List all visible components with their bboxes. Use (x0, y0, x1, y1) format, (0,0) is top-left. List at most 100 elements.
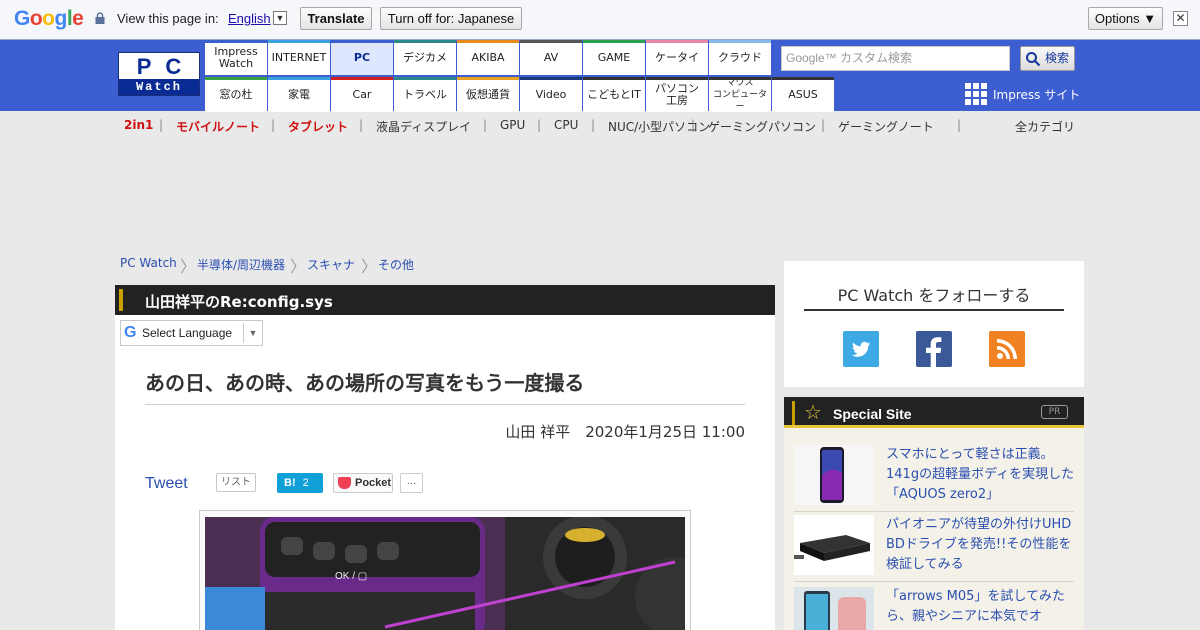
nav-item-accent (646, 40, 708, 43)
follow-box: PC Watch をフォローする (784, 261, 1084, 387)
nav-item-label: デジカメ (403, 50, 447, 64)
subnav-item[interactable]: GPU (500, 118, 525, 132)
language-dropdown-icon[interactable]: ▼ (273, 11, 287, 25)
nav-item[interactable]: パソコン 工房 (646, 77, 708, 112)
subnav-item[interactable]: モバイルノート (176, 118, 260, 135)
translate-button[interactable]: Translate (300, 7, 372, 30)
nav-item[interactable]: GAME (583, 40, 645, 75)
special-item[interactable]: スマホにとって軽さは正義。141gの超軽量ボディを実現した「AQUOS zero… (794, 445, 1074, 505)
nav-item-accent (457, 40, 519, 43)
nav-item[interactable]: 窓の杜 (205, 77, 267, 112)
article-photo[interactable]: OK / ▢ (205, 517, 685, 630)
translate-bar: Google View this page in: English ▼ Tran… (0, 0, 1200, 40)
turn-off-button[interactable]: Turn off for: Japanese (380, 7, 522, 30)
nav-item[interactable]: AKIBA (457, 40, 519, 75)
nav-item[interactable]: 家電 (268, 77, 330, 112)
pr-badge: PR (1041, 405, 1068, 419)
list-button[interactable]: リスト (216, 473, 256, 492)
special-item[interactable]: 「arrows M05」を試してみたら、親やシニアに本気でオ (794, 587, 1074, 630)
nav-item-accent (583, 77, 645, 80)
hatena-bookmark-button[interactable]: B! 2 (277, 473, 323, 493)
search-icon (1026, 52, 1041, 67)
nav-item[interactable]: INTERNET (268, 40, 330, 75)
twitter-icon[interactable] (843, 331, 879, 367)
nav-item[interactable]: Video (520, 77, 582, 112)
nav-item[interactable]: Impress Watch (205, 40, 267, 75)
nav-item[interactable]: Car (331, 77, 393, 112)
subnav-item[interactable]: ゲーミングパソコン (708, 118, 816, 135)
nav-item[interactable]: こどもとIT (583, 77, 645, 112)
breadcrumb-item[interactable]: スキャナ (307, 256, 355, 273)
nav-item-accent (331, 77, 393, 80)
nav-item-accent (646, 77, 708, 80)
logo-pc-text: PC (136, 54, 196, 79)
hatena-count: 2 (302, 477, 309, 489)
grid-icon (965, 83, 987, 105)
search-input[interactable]: Google™ カスタム検索 (781, 46, 1010, 71)
subnav-item[interactable]: CPU (554, 118, 578, 132)
language-select[interactable]: G Select Language ▼ (120, 320, 263, 346)
breadcrumb-item[interactable]: PC Watch (120, 256, 177, 270)
special-item[interactable]: パイオニアが待望の外付けUHD BDドライブを発売!!その性能を検証してみる (794, 515, 1074, 575)
nav-item[interactable]: ケータイ (646, 40, 708, 75)
nav-item-accent (205, 40, 267, 43)
nav-item-label: ケータイ (655, 50, 699, 64)
subnav-item[interactable]: タブレット (288, 118, 348, 135)
nav-item-accent (709, 40, 771, 43)
rss-icon[interactable] (989, 331, 1025, 367)
impress-site-label: Impress サイト (993, 87, 1081, 102)
search-button[interactable]: 検索 (1020, 46, 1075, 71)
special-divider (794, 511, 1074, 512)
special-item-thumbnail (794, 445, 874, 505)
pocket-label: Pocket (355, 477, 392, 489)
google-logo: Google (14, 7, 84, 30)
target-language-link[interactable]: English (228, 11, 271, 26)
special-item-text: 「arrows M05」を試してみたら、親やシニアに本気でオ (886, 589, 1066, 624)
close-icon[interactable]: ✕ (1173, 11, 1188, 26)
subnav-all-categories[interactable]: 全カテゴリ (1015, 118, 1075, 135)
breadcrumb-item[interactable]: 半導体/周辺機器 (197, 256, 285, 273)
nav-item-label: AV (543, 50, 559, 64)
special-accent (792, 401, 795, 425)
title-divider (145, 404, 745, 405)
subnav-item[interactable]: 2in1 (124, 118, 153, 132)
nav-item[interactable]: ASUS (772, 77, 834, 112)
nav-item-label: パソコン 工房 (655, 81, 699, 107)
nav-item[interactable]: マウス コンピューター (709, 77, 771, 112)
nav-item[interactable]: デジカメ (394, 40, 456, 75)
special-item-text: スマホにとって軽さは正義。141gの超軽量ボディを実現した「AQUOS zero… (886, 447, 1075, 502)
nav-item[interactable]: クラウド (709, 40, 771, 75)
site-logo[interactable]: PC Watch (118, 52, 200, 96)
nav-item-label: Car (352, 87, 372, 101)
nav-item[interactable]: トラベル (394, 77, 456, 112)
nav-item-label: GAME (597, 50, 631, 64)
subnav-item[interactable]: ゲーミングノート (838, 118, 934, 135)
column-title[interactable]: 山田祥平のRe:config.sys (145, 291, 333, 312)
nav-item-label: トラベル (403, 87, 447, 101)
subnav-item[interactable]: 液晶ディスプレイ (376, 118, 471, 135)
logo-watch-text: Watch (119, 79, 199, 95)
special-item-thumbnail (794, 587, 874, 630)
nav-item-accent (709, 77, 771, 80)
category-nav: Impress Watch INTERNET PC デジカメ AKIBA AV GAME ケー… (205, 40, 835, 112)
nav-item[interactable]: AV (520, 40, 582, 75)
breadcrumb-item[interactable]: その他 (378, 256, 414, 273)
pocket-button[interactable]: Pocket (333, 473, 393, 493)
facebook-icon[interactable] (916, 331, 952, 367)
nav-item-accent (583, 40, 645, 43)
options-button[interactable]: Options ▼ (1088, 7, 1163, 30)
language-select-label: Select Language (142, 326, 233, 340)
google-g-icon: G (124, 324, 137, 341)
subnav-separator: | (957, 118, 962, 132)
chevron-right-icon: 〉 (290, 257, 307, 276)
nav-item-accent (205, 77, 267, 80)
nav-item[interactable]: PC (331, 40, 393, 75)
nav-item[interactable]: 仮想通貨 (457, 77, 519, 112)
nav-item-accent (394, 77, 456, 80)
nav-item-label: 仮想通貨 (466, 87, 510, 101)
impress-site-link[interactable]: Impress サイト (965, 83, 1080, 105)
tweet-link[interactable]: Tweet (145, 475, 188, 493)
column-title-bar: 山田祥平のRe:config.sys (115, 285, 775, 315)
special-divider (794, 581, 1074, 582)
subnav-separator: | (159, 118, 164, 132)
